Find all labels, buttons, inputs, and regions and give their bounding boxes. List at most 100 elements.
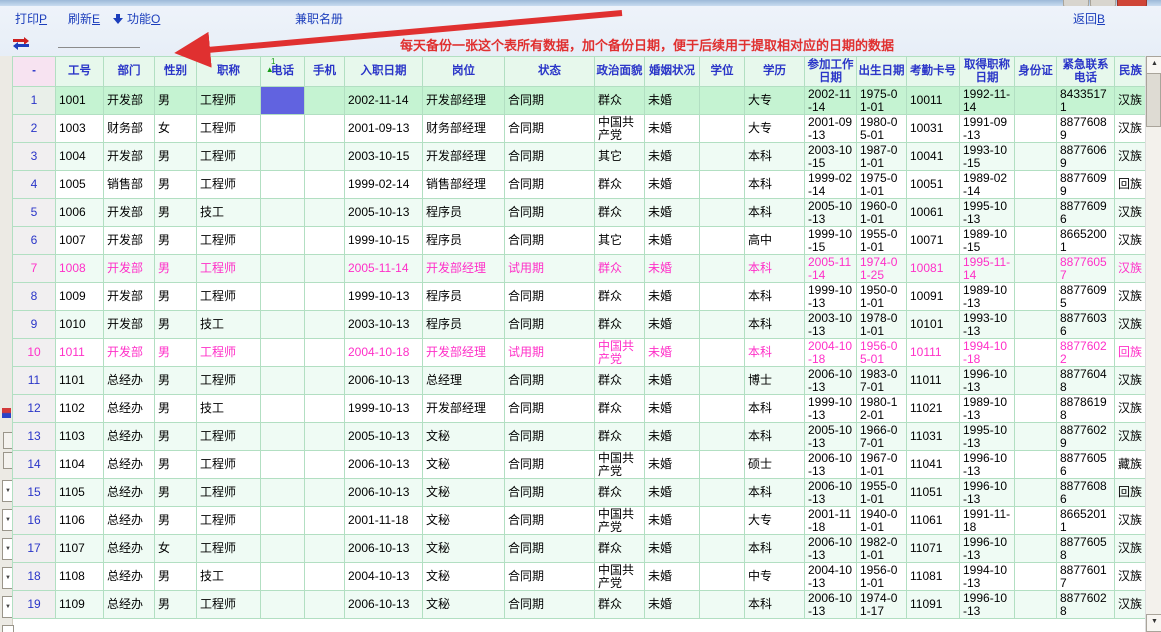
row-number[interactable]: 14: [13, 451, 56, 479]
row-number[interactable]: 19: [13, 591, 56, 619]
row-number[interactable]: 4: [13, 171, 56, 199]
cell[interactable]: [305, 143, 345, 171]
cell[interactable]: 未婚: [645, 115, 700, 143]
cell[interactable]: 2001-09-13: [345, 115, 423, 143]
cell[interactable]: 1996-10-13: [960, 451, 1015, 479]
cell[interactable]: [700, 563, 745, 591]
cell[interactable]: 1966-07-01: [857, 423, 907, 451]
cell[interactable]: 88776086: [1057, 479, 1115, 507]
cell[interactable]: 1996-10-13: [960, 479, 1015, 507]
cell[interactable]: 1975-01-01: [857, 87, 907, 115]
cell[interactable]: 财务部: [104, 115, 155, 143]
row-number[interactable]: 3: [13, 143, 56, 171]
column-header-17[interactable]: 取得职称日期: [960, 57, 1015, 87]
cell[interactable]: 2002-11-14: [345, 87, 423, 115]
cell[interactable]: 群众: [595, 255, 645, 283]
cell[interactable]: [305, 255, 345, 283]
cell[interactable]: [305, 395, 345, 423]
row-number[interactable]: 6: [13, 227, 56, 255]
cell[interactable]: 1004: [56, 143, 104, 171]
cell[interactable]: 1107: [56, 535, 104, 563]
column-header-15[interactable]: 出生日期: [857, 57, 907, 87]
cell[interactable]: 88776069: [1057, 143, 1115, 171]
cell[interactable]: [305, 339, 345, 367]
cell[interactable]: 群众: [595, 283, 645, 311]
cell[interactable]: 工程师: [197, 171, 261, 199]
cell[interactable]: 未婚: [645, 339, 700, 367]
cell[interactable]: 合同期: [505, 87, 595, 115]
cell[interactable]: [1015, 339, 1057, 367]
column-header-1[interactable]: 工号: [56, 57, 104, 87]
cell[interactable]: 总经办: [104, 507, 155, 535]
cell[interactable]: 未婚: [645, 255, 700, 283]
cell[interactable]: 86652011: [1057, 507, 1115, 535]
column-header-7[interactable]: 入职日期: [345, 57, 423, 87]
cell[interactable]: 开发部经理: [423, 255, 505, 283]
cell[interactable]: [261, 563, 305, 591]
cell[interactable]: 男: [155, 339, 197, 367]
cell[interactable]: 本科: [745, 171, 805, 199]
cell[interactable]: [305, 171, 345, 199]
cell[interactable]: 工程师: [197, 423, 261, 451]
row-number[interactable]: 11: [13, 367, 56, 395]
cell[interactable]: [1015, 535, 1057, 563]
cell[interactable]: 10051: [907, 171, 960, 199]
cell[interactable]: 销售部: [104, 171, 155, 199]
cell[interactable]: 男: [155, 87, 197, 115]
cell[interactable]: 技工: [197, 199, 261, 227]
cell[interactable]: 男: [155, 227, 197, 255]
cell[interactable]: 11041: [907, 451, 960, 479]
cell[interactable]: [305, 115, 345, 143]
row-number[interactable]: 12: [13, 395, 56, 423]
cell[interactable]: 1001: [56, 87, 104, 115]
cell[interactable]: 男: [155, 283, 197, 311]
cell[interactable]: 2003-10-13: [345, 311, 423, 339]
cell[interactable]: 1999-10-13: [345, 283, 423, 311]
cell[interactable]: 群众: [595, 199, 645, 227]
cell[interactable]: 开发部: [104, 87, 155, 115]
cell[interactable]: 1996-10-13: [960, 591, 1015, 619]
cell[interactable]: 群众: [595, 591, 645, 619]
menu-item-print[interactable]: 打印P: [15, 10, 47, 27]
row-number[interactable]: 15: [13, 479, 56, 507]
cell[interactable]: 工程师: [197, 535, 261, 563]
cell[interactable]: 未婚: [645, 507, 700, 535]
cell[interactable]: [261, 283, 305, 311]
cell[interactable]: 开发部: [104, 199, 155, 227]
cell[interactable]: 1104: [56, 451, 104, 479]
cell[interactable]: 1109: [56, 591, 104, 619]
cell[interactable]: 大专: [745, 87, 805, 115]
cell[interactable]: 1006: [56, 199, 104, 227]
cell[interactable]: [700, 115, 745, 143]
cell[interactable]: 其它: [595, 227, 645, 255]
cell[interactable]: 未婚: [645, 423, 700, 451]
cell[interactable]: 1108: [56, 563, 104, 591]
cell[interactable]: 开发部: [104, 143, 155, 171]
cell[interactable]: [261, 171, 305, 199]
cell[interactable]: 1967-01-01: [857, 451, 907, 479]
cell[interactable]: 88776028: [1057, 591, 1115, 619]
cell[interactable]: 汉族: [1115, 423, 1147, 451]
cell[interactable]: 1999-10-15: [345, 227, 423, 255]
cell[interactable]: 84335171: [1057, 87, 1115, 115]
row-number[interactable]: 5: [13, 199, 56, 227]
cell[interactable]: 88776058: [1057, 535, 1115, 563]
cell[interactable]: 男: [155, 451, 197, 479]
cell[interactable]: [1015, 507, 1057, 535]
cell[interactable]: 汉族: [1115, 311, 1147, 339]
column-header-16[interactable]: 考勤卡号: [907, 57, 960, 87]
cell[interactable]: 男: [155, 311, 197, 339]
cell[interactable]: 88776036: [1057, 311, 1115, 339]
cell[interactable]: 1955-01-01: [857, 479, 907, 507]
column-header-13[interactable]: 学历: [745, 57, 805, 87]
row-number[interactable]: 2: [13, 115, 56, 143]
cell[interactable]: 群众: [595, 423, 645, 451]
column-header-6[interactable]: 手机: [305, 57, 345, 87]
cell[interactable]: [261, 255, 305, 283]
cell[interactable]: 1989-10-13: [960, 283, 1015, 311]
cell[interactable]: 中国共产党: [595, 563, 645, 591]
cell[interactable]: [305, 283, 345, 311]
scroll-down-icon[interactable]: ▼: [1146, 614, 1161, 632]
cell[interactable]: 男: [155, 143, 197, 171]
cell[interactable]: 汉族: [1115, 563, 1147, 591]
